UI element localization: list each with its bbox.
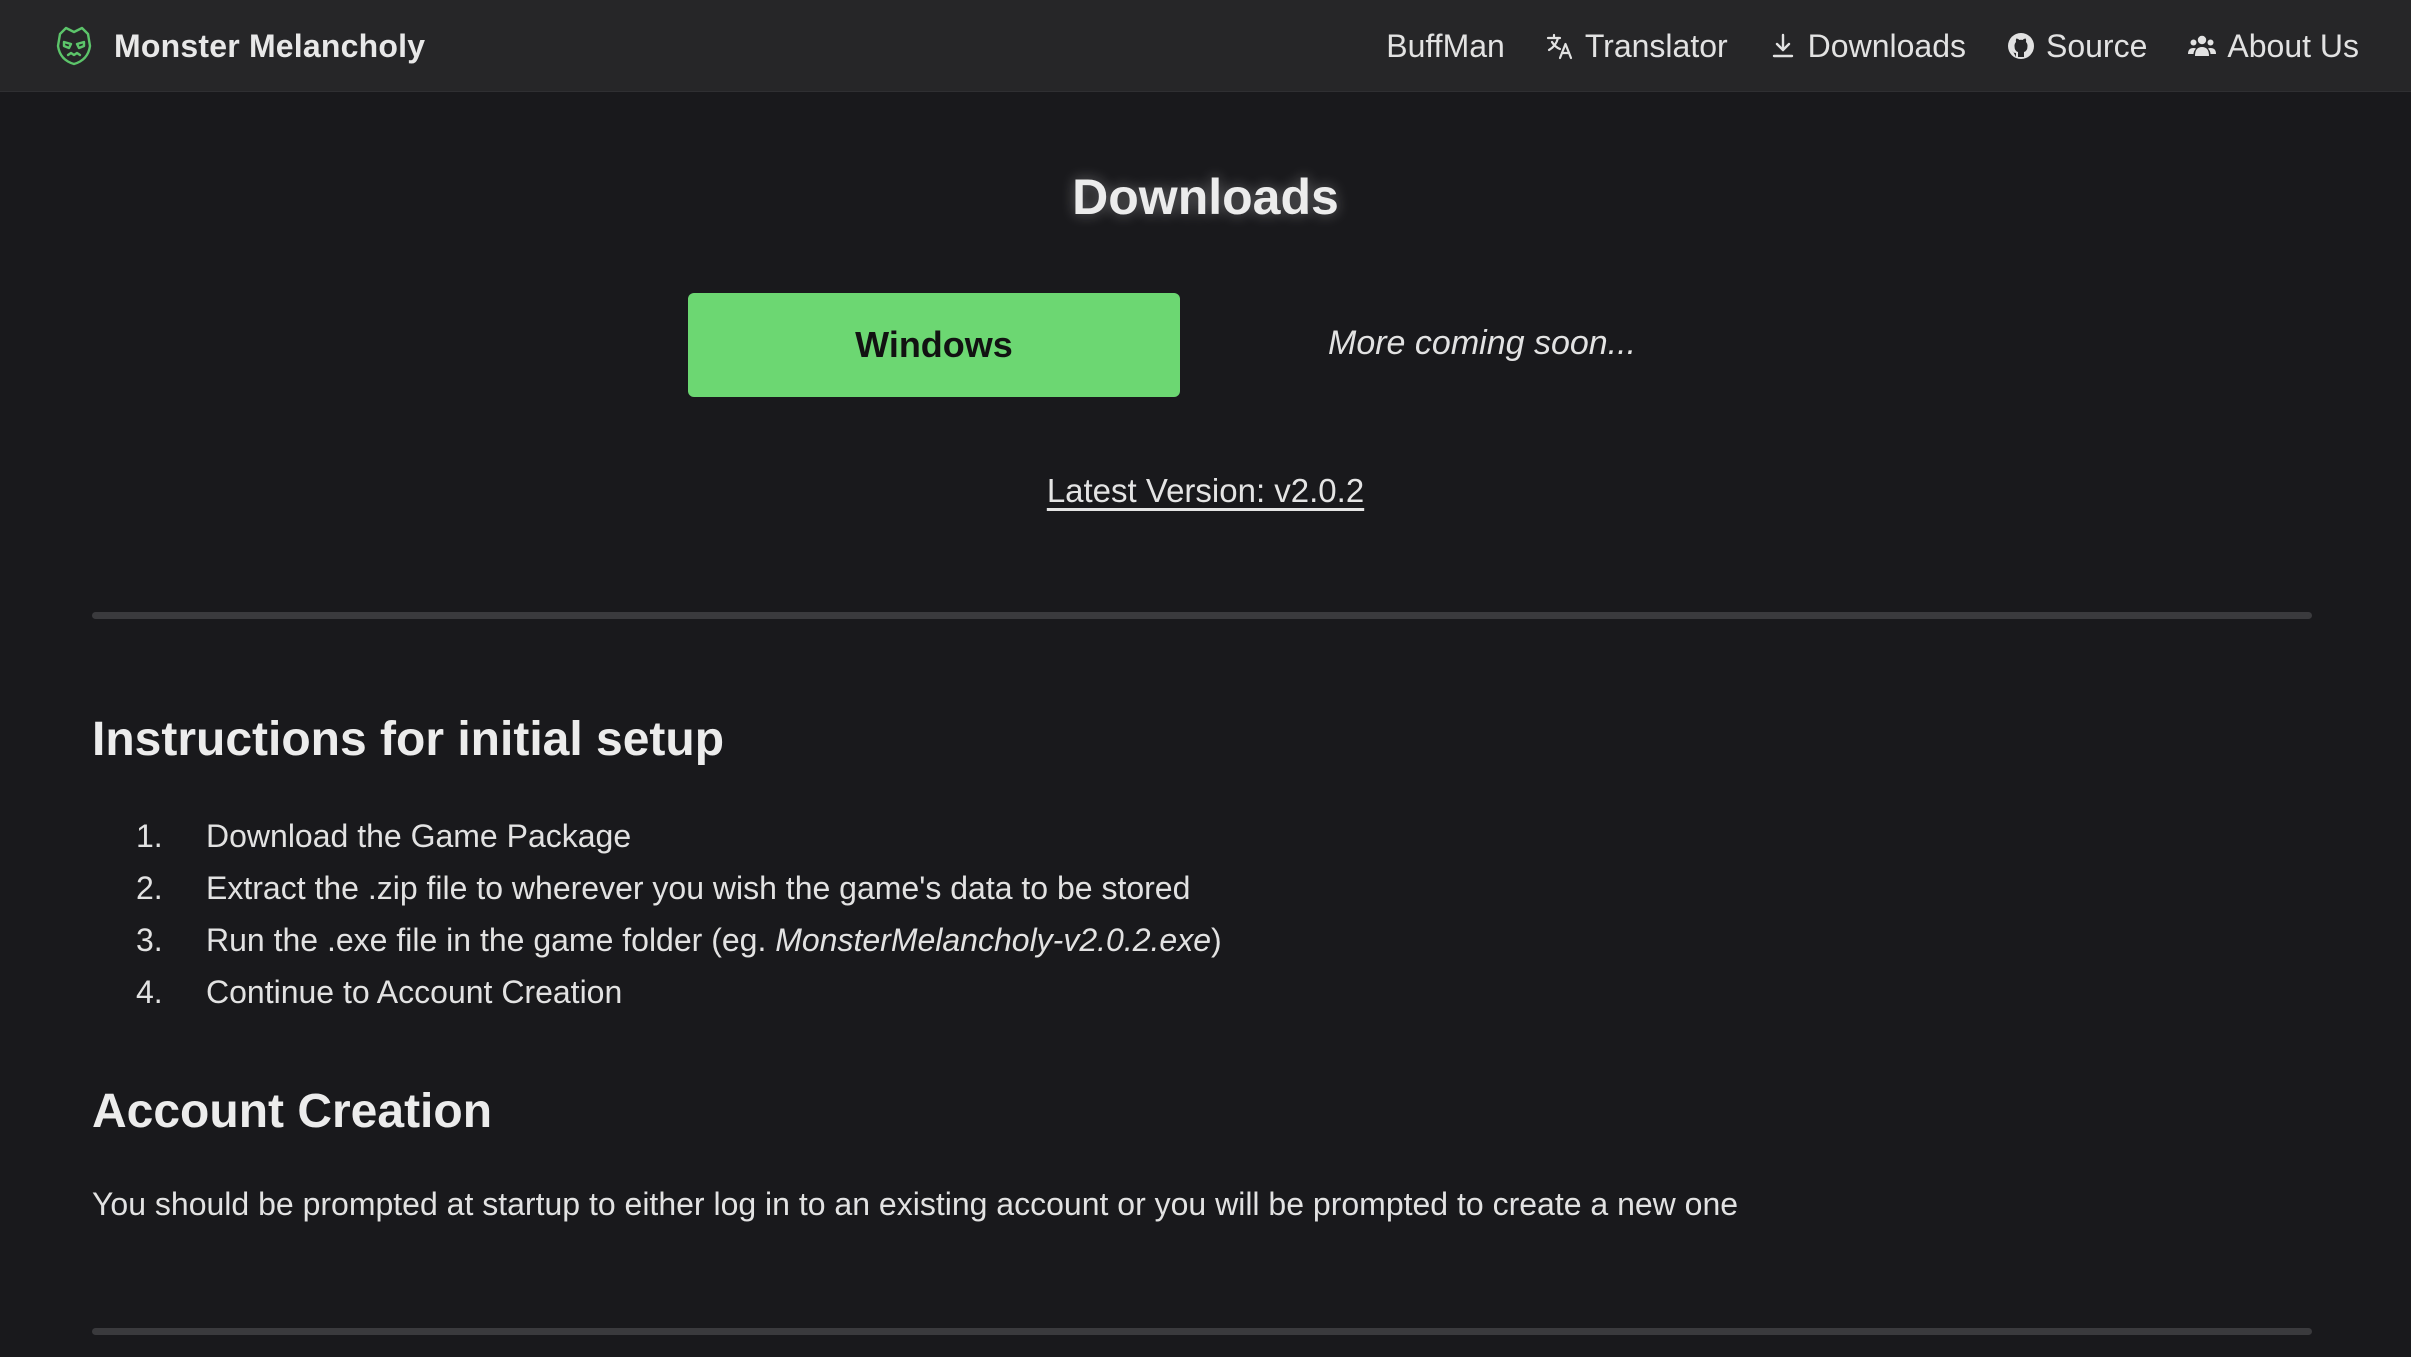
nav-label: BuffMan bbox=[1386, 27, 1505, 64]
step-text-suffix: ) bbox=[1210, 921, 1222, 958]
latest-version-link[interactable]: Latest Version: v2.0.2 bbox=[1047, 472, 1364, 509]
download-icon bbox=[1772, 33, 1793, 58]
brand-name: Monster Melancholy bbox=[114, 27, 426, 64]
account-creation-heading: Account Creation bbox=[92, 1085, 493, 1138]
top-navbar: Monster Melancholy BuffMan Translator Do… bbox=[0, 0, 2411, 92]
nav-item-about-us[interactable]: About Us bbox=[2187, 28, 2359, 65]
translate-icon bbox=[1546, 33, 1572, 60]
list-item: 2. Extract the .zip file to wherever you… bbox=[92, 862, 1222, 914]
step-text: Continue to Account Creation bbox=[206, 973, 623, 1010]
page-title: Downloads bbox=[1072, 169, 1339, 225]
step-text-prefix: Run the .exe file in the game folder (eg… bbox=[206, 921, 776, 958]
step-number: 1. bbox=[136, 817, 163, 854]
nav-label: Translator bbox=[1584, 27, 1728, 64]
nav-label: Source bbox=[2045, 27, 2148, 64]
step-text: Extract the .zip file to wherever you wi… bbox=[206, 869, 1191, 906]
brand-link[interactable]: Monster Melancholy bbox=[52, 0, 425, 92]
nav-item-source[interactable]: Source bbox=[2006, 28, 2147, 65]
step-number: 4. bbox=[136, 973, 163, 1010]
nav-label: About Us bbox=[2227, 27, 2359, 64]
account-creation-text: You should be prompted at startup to eit… bbox=[92, 1186, 1739, 1222]
list-item: 3. Run the .exe file in the game folder … bbox=[92, 914, 1222, 966]
divider bbox=[92, 612, 2312, 619]
nav-links: BuffMan Translator Downloads Source Abou… bbox=[1386, 0, 2359, 92]
list-item: 1. Download the Game Package bbox=[92, 810, 1222, 862]
nav-item-buffman[interactable]: BuffMan bbox=[1386, 28, 1505, 65]
exe-filename: MonsterMelancholy-v2.0.2.exe bbox=[775, 921, 1211, 958]
monster-face-icon bbox=[56, 26, 92, 66]
coming-soon-text: More coming soon... bbox=[1328, 324, 1637, 362]
list-item: 4. Continue to Account Creation bbox=[92, 966, 1222, 1018]
nav-label: Downloads bbox=[1807, 27, 1966, 64]
github-icon bbox=[2007, 33, 2034, 59]
nav-item-translator[interactable]: Translator bbox=[1545, 28, 1728, 65]
step-number: 3. bbox=[136, 921, 163, 958]
divider bbox=[92, 1328, 2312, 1335]
windows-download-button[interactable]: Windows bbox=[688, 293, 1180, 397]
users-icon bbox=[2188, 35, 2217, 56]
setup-steps-list: 1. Download the Game Package 2. Extract … bbox=[92, 810, 1222, 1018]
instructions-heading: Instructions for initial setup bbox=[92, 713, 725, 766]
step-number: 2. bbox=[136, 869, 163, 906]
latest-version: Latest Version: v2.0.2 bbox=[0, 472, 2411, 510]
step-text: Download the Game Package bbox=[206, 817, 632, 854]
nav-item-downloads[interactable]: Downloads bbox=[1768, 28, 1966, 65]
step-text: Run the .exe file in the game folder (eg… bbox=[206, 922, 1222, 959]
